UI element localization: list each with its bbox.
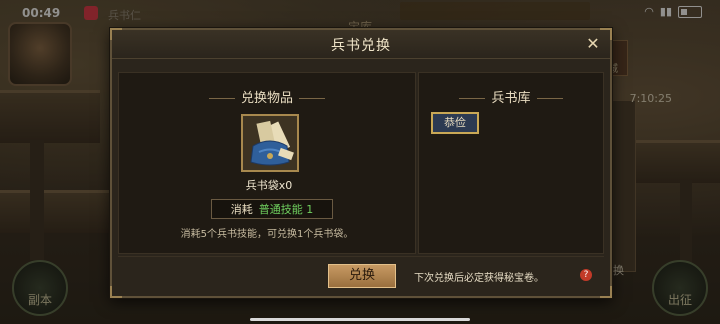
exchange-button[interactable]: 兑换: [328, 264, 396, 288]
ornament-line: [208, 98, 235, 99]
exchange-item-heading: 兑换物品: [119, 87, 415, 106]
cost-label: 消耗: [230, 203, 253, 216]
dialog-title: 兵书兑换: [331, 38, 391, 54]
book-exchange-dialog: 兵书兑换 ✕ 兑换物品 兵书袋x0 消耗 普通技能 1 消耗5个兵书技能，可兑换…: [110, 28, 612, 298]
frame-corner: [110, 286, 122, 298]
divider: [118, 256, 604, 257]
close-icon[interactable]: ✕: [584, 35, 602, 53]
ornament-line: [299, 98, 325, 99]
book-library-heading: 兵书库: [419, 87, 603, 106]
dialog-header: 兵书兑换 ✕: [112, 30, 610, 59]
book-library-title: 兵书库: [491, 91, 531, 106]
book-library-pane: 兵书库 恭俭: [418, 72, 604, 254]
book-bag-item-slot[interactable]: [241, 114, 299, 172]
ornament-line: [459, 98, 486, 99]
home-indicator[interactable]: [250, 318, 470, 321]
item-name: 兵书袋x0: [245, 179, 293, 192]
cost-value: 普通技能 1: [258, 203, 314, 216]
exchange-description: 消耗5个兵书技能，可兑换1个兵书袋。: [180, 229, 354, 240]
exchange-item-title: 兑换物品: [240, 91, 293, 106]
cost-box: 消耗 普通技能 1: [211, 199, 333, 219]
tab-gongjian[interactable]: 恭俭: [431, 112, 479, 134]
help-icon[interactable]: ?: [580, 269, 592, 281]
frame-corner: [600, 286, 612, 298]
book-bag-icon: [243, 116, 297, 170]
exchange-item-pane: 兑换物品 兵书袋x0 消耗 普通技能 1 消耗5个兵书技能，可兑换1个兵书袋。: [118, 72, 416, 254]
exchange-notice: 下次兑换后必定获得秘宝卷。: [414, 273, 544, 284]
ornament-line: [536, 98, 563, 99]
